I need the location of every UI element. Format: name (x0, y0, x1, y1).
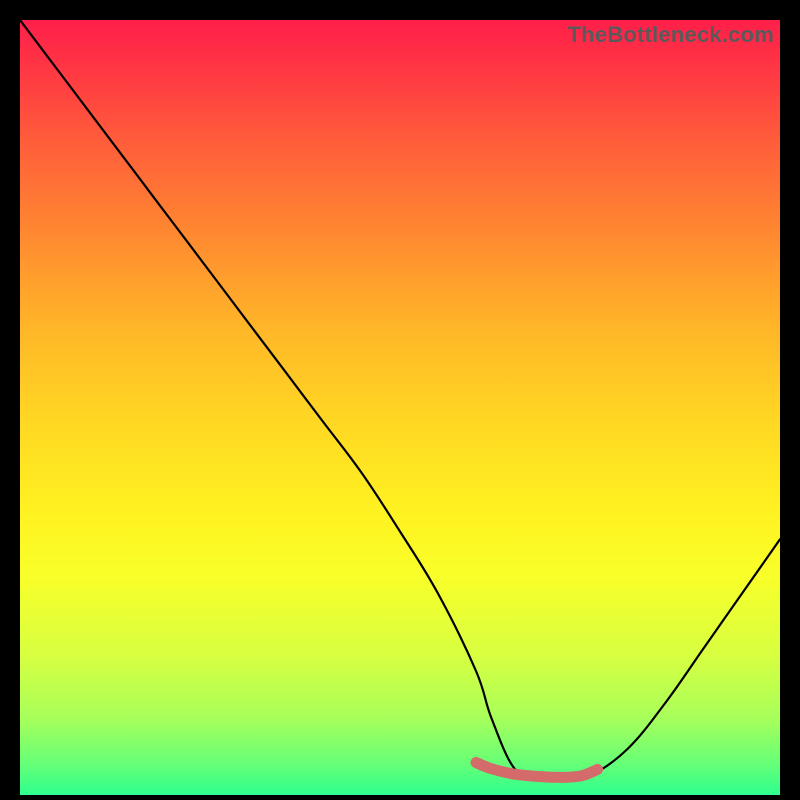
optimal-flat-marker (476, 763, 598, 778)
bottleneck-curve (20, 20, 780, 778)
plot-area: TheBottleneck.com (20, 20, 780, 795)
chart-svg (20, 20, 780, 795)
chart-frame: TheBottleneck.com (0, 0, 800, 800)
